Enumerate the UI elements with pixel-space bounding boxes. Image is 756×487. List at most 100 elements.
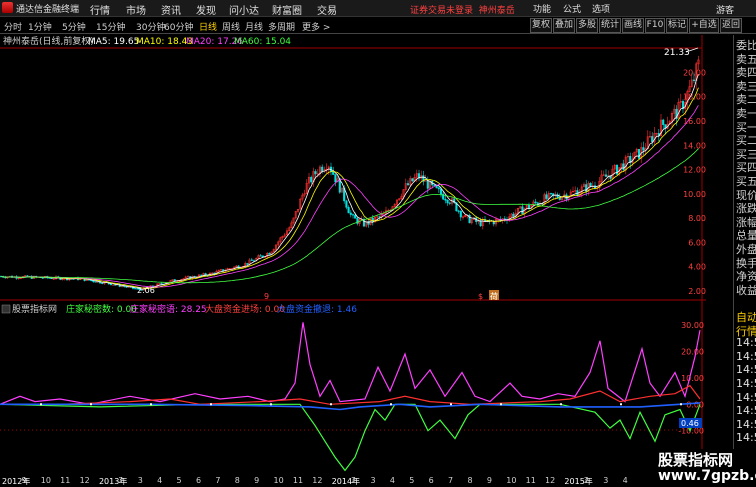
menu-caifuquan[interactable]: 财富圈	[272, 2, 302, 17]
mark-button[interactable]: 标记	[666, 18, 688, 33]
high-label: 21.33	[664, 48, 690, 58]
tab-multi-period[interactable]: 多周期	[268, 20, 295, 33]
menu-jiaoyi[interactable]: 交易	[317, 2, 337, 17]
watermark-line2: www.7gpzb.com	[658, 468, 756, 484]
candle-body	[512, 213, 515, 217]
candle-body	[371, 217, 374, 223]
time-axis-label: 2	[118, 476, 124, 485]
menu-shichang[interactable]: 市场	[126, 2, 146, 17]
multi-stock-button[interactable]: 多股	[576, 18, 598, 33]
tab-monthly[interactable]: 月线	[245, 20, 263, 33]
y-tick-label: 20.00	[683, 68, 706, 77]
ma60-label: MA60: 15.04	[234, 37, 291, 47]
statistics-button[interactable]: 统计	[599, 18, 621, 33]
y-tick-label: 2.00	[688, 287, 706, 296]
candle-body	[692, 79, 696, 81]
ind-dot	[450, 403, 452, 406]
candle-body	[109, 283, 113, 286]
draw-line-button[interactable]: 画线	[622, 18, 644, 33]
last-value: 0.46	[681, 419, 699, 428]
y-tick-label: 4.00	[688, 263, 706, 272]
app-title: 通达信金融终端	[16, 5, 80, 15]
menu-wenxiaoda[interactable]: 问小达	[229, 2, 259, 17]
ind-dot	[390, 403, 392, 406]
add-watchlist-button[interactable]: +自选	[689, 18, 719, 33]
ind-y-tick-label: 0.00	[686, 400, 704, 409]
y-tick-label: 14.00	[683, 141, 706, 150]
ind-y-tick-label: 10.00	[681, 374, 704, 383]
chart-area[interactable]: 神州泰岳(日线,前复权) MA5: 19.65 MA10: 18.43 MA20…	[0, 35, 706, 475]
candle-body	[246, 263, 249, 265]
tab-1min[interactable]: 1分钟	[28, 20, 52, 33]
tab-fenshi[interactable]: 分时	[4, 20, 22, 33]
candle-body	[642, 147, 645, 151]
candle-body	[534, 201, 537, 204]
back-button[interactable]: 返回	[720, 18, 742, 33]
f10-button[interactable]: F10	[645, 18, 665, 33]
login-notice[interactable]: 证券交易未登录 神州泰岳	[410, 3, 515, 16]
menu-gongneng[interactable]: 功能	[533, 2, 551, 15]
candle-body	[437, 187, 440, 190]
time-axis-label: 12	[79, 476, 90, 485]
quote-panel-item: 14:50	[736, 336, 756, 350]
menu-gongshi[interactable]: 公式	[563, 2, 581, 15]
tab-daily[interactable]: 日线	[199, 20, 217, 33]
candle-body	[444, 198, 447, 201]
period-toolbar: 分时 1分钟 5分钟 15分钟 30分钟 60分钟 日线 周线 月线 多周期 更…	[0, 17, 756, 34]
app-logo-icon	[2, 2, 13, 13]
time-axis-label: 3	[137, 476, 143, 485]
adjust-button[interactable]: 复权	[530, 18, 552, 33]
time-axis-label: 6	[195, 476, 202, 485]
candle-body	[448, 202, 451, 204]
quote-panel: 委比 卖五 卖四 卖三 卖二 卖一 买一 买二 买三 买四 买五 现价 涨跌 涨幅 总量 外盘 换手 净资 收益 自动…	[733, 35, 756, 475]
candle-body	[545, 194, 548, 199]
menu-zixun[interactable]: 资讯	[161, 2, 181, 17]
time-axis-label: 3	[603, 476, 609, 485]
tab-30min[interactable]: 30分钟	[136, 20, 165, 33]
chart-background	[0, 35, 706, 475]
candle-body	[549, 193, 553, 195]
tab-more[interactable]: 更多 >	[302, 20, 330, 33]
time-axis-label: 12	[312, 476, 323, 485]
time-axis-label: 4	[389, 476, 395, 485]
menu-bar: 通达信金融终端 行情 市场 资讯 发现 问小达 财富圈 交易 证券交易未登录 神…	[0, 0, 756, 17]
quote-panel-item: 14:50	[736, 349, 756, 363]
candle-body	[527, 205, 531, 209]
time-axis-label: 7	[215, 476, 221, 485]
ind-dot	[40, 403, 42, 406]
time-axis-label: 11	[60, 476, 71, 485]
indicator-menu-icon[interactable]	[1, 304, 11, 314]
quote-panel-item: 14:50	[736, 363, 756, 377]
indicator-name[interactable]: 股票指标网	[12, 303, 57, 315]
candle-body	[521, 206, 524, 214]
menu-xuanxiang[interactable]: 选项	[592, 2, 610, 15]
ind-label-magenta: 庄家秘密语: 28.25	[130, 303, 207, 315]
quote-panel-item: 14:50	[736, 377, 756, 390]
ind-label-blue: 大盘资金撤退: 1.46	[277, 303, 357, 315]
tab-60min[interactable]: 60分钟	[164, 20, 193, 33]
candle-body	[354, 214, 357, 219]
candle-body	[332, 171, 335, 175]
menu-faxian[interactable]: 发现	[196, 2, 216, 17]
ma5-label: MA5: 19.65	[88, 37, 139, 47]
quote-panel-item: 收益	[736, 283, 756, 297]
menu-hangqing[interactable]: 行情	[90, 2, 110, 17]
guest-label[interactable]: 游客	[716, 3, 734, 16]
low-label: 2.06	[137, 286, 155, 295]
time-axis-label: 4	[622, 476, 628, 485]
candle-body	[662, 119, 665, 125]
ma10-label: MA10: 18.43	[136, 37, 193, 47]
candle-body	[250, 259, 253, 261]
tab-weekly[interactable]: 周线	[222, 20, 240, 33]
ind-dot	[500, 403, 502, 406]
y-tick-label: 10.00	[683, 190, 706, 199]
candle-body	[351, 214, 355, 216]
candle-body	[268, 253, 271, 255]
time-axis-label: 3	[370, 476, 376, 485]
quote-panel-item: 14:50	[736, 404, 756, 418]
tab-15min[interactable]: 15分钟	[96, 20, 125, 33]
time-axis-label: 12	[545, 476, 556, 485]
tab-5min[interactable]: 5分钟	[62, 20, 86, 33]
candle-body	[259, 255, 262, 257]
overlay-button[interactable]: 叠加	[553, 18, 575, 33]
